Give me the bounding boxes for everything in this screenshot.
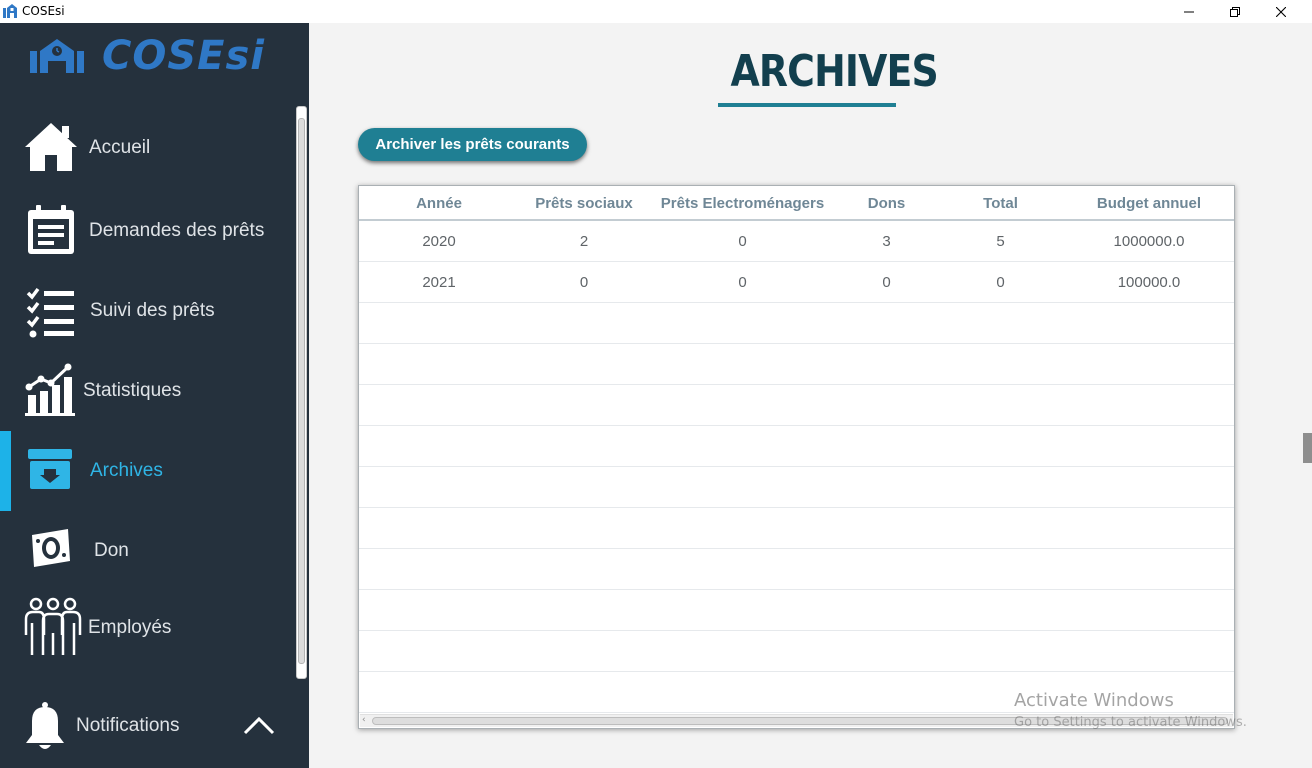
cell-prets-electromenagers: 0: [738, 233, 747, 250]
table-row[interactable]: 2020 2 0 3 5 1000000.0: [359, 221, 1234, 262]
notifications-panel[interactable]: Notifications: [0, 691, 309, 768]
title-underline: [718, 103, 896, 107]
notifications-label: Notifications: [76, 715, 180, 736]
page-title: ARCHIVES: [730, 46, 938, 97]
logo-building-icon: [30, 39, 84, 73]
sidebar-item-employes[interactable]: Employés: [0, 587, 294, 667]
minimize-button[interactable]: [1166, 0, 1212, 23]
window-scrollbar-thumb[interactable]: [1303, 433, 1312, 463]
sidebar-item-label: Archives: [90, 460, 163, 481]
logo-text: COSEsi: [102, 33, 266, 79]
sidebar-item-label: Suivi des prêts: [90, 300, 215, 321]
sidebar-item-label: Demandes des prêts: [89, 220, 265, 241]
sidebar-item-don[interactable]: Don: [0, 511, 294, 591]
sidebar-item-label: Accueil: [89, 137, 151, 158]
cell-dons: 0: [882, 274, 891, 291]
sidebar-item-label: Don: [94, 540, 129, 561]
close-icon: [1276, 6, 1286, 17]
scroll-left-icon[interactable]: ‹: [362, 715, 366, 725]
table-header: Année Prêts sociaux Prêts Electroménager…: [359, 186, 1234, 221]
bar-chart-icon: [25, 363, 75, 416]
archive-current-loans-button[interactable]: Archiver les prêts courants: [358, 128, 587, 161]
sidebar-scrollbar[interactable]: [294, 104, 309, 681]
cell-annee: 2021: [422, 274, 456, 291]
bell-icon: [26, 702, 64, 749]
cell-annee: 2020: [422, 233, 456, 250]
table-row[interactable]: 2021 0 0 0 0 100000.0: [359, 262, 1234, 303]
sidebar-item-statistiques[interactable]: Statistiques: [0, 351, 294, 431]
column-header-prets-sociaux[interactable]: Prêts sociaux: [519, 195, 649, 212]
cell-total: 0: [996, 274, 1005, 291]
sidebar-item-archives[interactable]: Archives: [0, 431, 294, 511]
sidebar-item-accueil[interactable]: Accueil: [0, 108, 294, 188]
activate-windows-watermark: Activate Windows: [1014, 690, 1174, 711]
close-button[interactable]: [1258, 0, 1304, 23]
table-row-empty: [359, 508, 1234, 549]
chevron-up-icon[interactable]: [243, 715, 275, 735]
activate-windows-hint: Go to Settings to activate Windows.: [1014, 715, 1247, 730]
column-header-annee[interactable]: Année: [359, 195, 519, 212]
home-icon: [25, 123, 77, 171]
sidebar-item-suivi[interactable]: Suivi des prêts: [0, 271, 294, 351]
scrollbar-thumb[interactable]: [298, 118, 305, 664]
table-row-empty: [359, 631, 1234, 672]
money-icon: [32, 529, 70, 567]
cell-total: 5: [996, 233, 1005, 250]
column-header-prets-electromenagers[interactable]: Prêts Electroménagers: [649, 195, 836, 212]
column-header-dons[interactable]: Dons: [836, 195, 937, 212]
column-header-budget-annuel[interactable]: Budget annuel: [1064, 195, 1234, 212]
cell-dons: 3: [882, 233, 891, 250]
archive-box-icon: [28, 449, 72, 489]
restore-icon: [1230, 6, 1240, 17]
table-row-empty: [359, 385, 1234, 426]
cell-budget-annuel: 100000.0: [1117, 274, 1181, 291]
sidebar: COSEsi Accueil Demandes des prêts Suivi …: [0, 23, 309, 768]
sidebar-item-label: Statistiques: [83, 380, 182, 401]
checklist-icon: [26, 287, 74, 338]
table-row-empty: [359, 426, 1234, 467]
minimize-icon: [1184, 11, 1194, 12]
sidebar-item-demandes[interactable]: Demandes des prêts: [0, 191, 294, 271]
column-header-total[interactable]: Total: [937, 195, 1064, 212]
app-logo-icon: [3, 4, 17, 18]
cell-budget-annuel: 1000000.0: [1113, 233, 1185, 250]
window-title: COSEsi: [22, 4, 65, 18]
maximize-button[interactable]: [1212, 0, 1258, 23]
table-row-empty: [359, 303, 1234, 344]
table-row-empty: [359, 549, 1234, 590]
cell-prets-sociaux: 2: [579, 233, 589, 250]
archives-table[interactable]: Année Prêts sociaux Prêts Electroménager…: [358, 185, 1235, 729]
table-row-empty: [359, 590, 1234, 631]
table-row-empty: [359, 344, 1234, 385]
sidebar-item-label: Employés: [88, 617, 172, 638]
cell-prets-sociaux: 0: [579, 274, 589, 291]
people-icon: [24, 597, 82, 655]
calendar-form-icon: [28, 205, 74, 254]
window-title-bar: COSEsi: [0, 0, 1312, 23]
table-row-empty: [359, 467, 1234, 508]
cell-prets-electromenagers: 0: [738, 274, 747, 291]
